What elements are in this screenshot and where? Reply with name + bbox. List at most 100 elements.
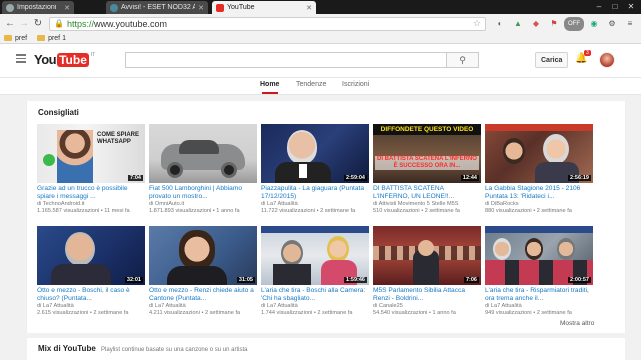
drive-icon[interactable]: ▲ — [510, 17, 526, 31]
video-item[interactable]: 2:56:19 La Gabbia Stagione 2015 - 2106 P… — [485, 124, 593, 215]
bookmark-label: pref — [15, 34, 28, 42]
video-views: 11.722 visualizzazioni — [261, 208, 316, 214]
shield-icon[interactable]: ◆ — [528, 17, 544, 31]
tab-tendenze[interactable]: Tendenze — [296, 81, 326, 88]
video-channel[interactable]: di TechnoAndroid.it — [37, 201, 145, 208]
tab-home[interactable]: Home — [260, 81, 279, 88]
video-views: 4.211 visualizzazioni — [149, 310, 200, 316]
video-item[interactable]: 7:06 M5S Parlamento Sibilia Attacca Renz… — [373, 226, 481, 317]
video-item[interactable]: DIFFONDETE QUESTO VIDEO DI BATTISTA SCAT… — [373, 124, 481, 215]
video-item[interactable]: 31:05 Otto e mezzo - Renzi chiede aiuto … — [149, 226, 257, 317]
search-input[interactable] — [125, 52, 447, 68]
video-title[interactable]: L'aria che tira - Boschi alla Camera: 'C… — [261, 287, 369, 303]
video-item[interactable]: 1:59:46 L'aria che tira - Boschi alla Ca… — [261, 226, 369, 317]
video-item[interactable]: 2:59:04 Piazzapulita - La giaguara (Punt… — [261, 124, 369, 215]
youtube-logo[interactable]: You Tube IT — [34, 52, 95, 67]
video-meta: 1.744 visualizzazioni • 2 settimane fa — [261, 310, 353, 316]
lock-icon: 🔒 — [54, 19, 64, 28]
video-channel[interactable]: di DiBaRocks — [485, 201, 593, 208]
video-channel[interactable]: di La7 Attualità — [261, 303, 369, 310]
video-channel[interactable]: di OmniAuto.it — [149, 201, 257, 208]
video-meta: 1.871.893 visualizzazioni • 1 anno fa — [149, 208, 240, 214]
video-channel[interactable]: di La7 Attualità — [261, 201, 369, 208]
close-icon[interactable]: ✕ — [198, 4, 204, 12]
video-thumbnail[interactable] — [149, 124, 257, 183]
youtube-icon — [216, 3, 224, 12]
tab-impostazioni[interactable]: Impostazioni ✕ — [2, 1, 74, 14]
video-title[interactable]: L'aria che tira - Risparmiatori traditi,… — [485, 287, 593, 303]
mix-title[interactable]: Mix di YouTube — [38, 344, 96, 353]
video-thumbnail[interactable]: 2:59:04 — [261, 124, 369, 183]
show-more-link[interactable]: Mostra altro — [560, 320, 594, 327]
video-channel[interactable]: di La7 Attualità — [149, 303, 257, 310]
bookmark-pref[interactable]: pref — [4, 35, 27, 42]
video-views: 510 visualizzazioni — [373, 208, 420, 214]
hamburger-menu-icon[interactable] — [16, 54, 26, 65]
minimize-icon[interactable]: – — [591, 1, 607, 12]
upload-button[interactable]: Carica — [535, 52, 569, 68]
search-button[interactable]: ⚲ — [447, 52, 479, 68]
mix-section-title: Mix di YouTube Playlist continue basate … — [38, 344, 247, 353]
logo-country: IT — [90, 52, 96, 58]
video-channel[interactable]: di Canale25 — [373, 303, 481, 310]
video-item[interactable]: COME SPIARE WHATSAPP 7:04 Grazie ad un t… — [37, 124, 145, 215]
video-channel[interactable]: di La7 Attualità — [485, 303, 593, 310]
video-age: 2 settimane fa — [317, 310, 353, 316]
video-item[interactable]: 32:01 Otto e mezzo - Boschi, il caso è c… — [37, 226, 145, 317]
tab-youtube[interactable]: YouTube ✕ — [212, 1, 316, 14]
video-title[interactable]: La Gabbia Stagione 2015 - 2106 Puntata 1… — [485, 185, 593, 201]
menu-icon[interactable]: ≡ — [622, 17, 638, 31]
video-title[interactable]: Piazzapulita - La giaguara (Puntata 17/1… — [261, 185, 369, 201]
back-icon[interactable]: ← — [3, 17, 17, 31]
video-views: 2.615 visualizzazioni — [37, 310, 89, 316]
video-title[interactable]: Fiat 500 Lamborghini | Abbiamo provato u… — [149, 185, 257, 201]
avatar[interactable] — [599, 52, 615, 68]
reload-icon[interactable]: ↻ — [31, 17, 45, 31]
video-thumbnail[interactable]: 2:00:57 — [485, 226, 593, 285]
video-thumbnail[interactable]: 32:01 — [37, 226, 145, 285]
thumb-overlay-text: COME SPIARE WHATSAPP — [97, 132, 140, 145]
video-title[interactable]: Otto e mezzo - Renzi chiede aiuto a Cant… — [149, 287, 257, 303]
forward-icon[interactable]: → — [17, 17, 31, 31]
video-thumbnail[interactable]: COME SPIARE WHATSAPP 7:04 — [37, 124, 145, 183]
thumb-overlay-text: DIFFONDETE QUESTO VIDEO — [373, 124, 481, 135]
globe-icon[interactable]: ◉ — [586, 17, 602, 31]
video-item[interactable]: Fiat 500 Lamborghini | Abbiamo provato u… — [149, 124, 257, 215]
video-thumbnail[interactable]: DIFFONDETE QUESTO VIDEO DI BATTISTA SCAT… — [373, 124, 481, 183]
address-bar[interactable]: 🔒 https:// www.youtube.com ☆ — [49, 16, 486, 31]
close-icon[interactable]: ✕ — [64, 4, 70, 12]
settings-icon[interactable]: ⚙ — [604, 17, 620, 31]
bookmark-pref-1[interactable]: pref 1 — [37, 35, 66, 42]
video-thumbnail[interactable]: 31:05 — [149, 226, 257, 285]
tab-label: Impostazioni — [17, 4, 57, 11]
gear-icon — [6, 3, 14, 12]
video-title[interactable]: DI BATTISTA SCATENA L'INFERNO, UN LEONE!… — [373, 185, 481, 201]
tab-iscrizioni[interactable]: Iscrizioni — [342, 81, 369, 88]
logo-tube: Tube — [57, 52, 89, 67]
video-title[interactable]: Otto e mezzo - Boschi, il caso è chiuso?… — [37, 287, 145, 303]
video-meta: 11.722 visualizzazioni • 2 settimane fa — [261, 208, 356, 214]
video-duration: 2:59:04 — [344, 175, 367, 181]
video-thumbnail[interactable]: 1:59:46 — [261, 226, 369, 285]
window-controls: – □ ✕ — [591, 1, 639, 12]
flag-icon[interactable]: ⚑ — [546, 17, 562, 31]
video-channel[interactable]: di La7 Attualità — [37, 303, 145, 310]
close-window-icon[interactable]: ✕ — [623, 1, 639, 12]
video-meta: 949 visualizzazioni • 2 settimane fa — [485, 310, 572, 316]
video-age: 2 settimane fa — [536, 208, 572, 214]
tab-label: Avvisi! - ESET NOD32 Ant — [121, 4, 196, 11]
video-title[interactable]: Grazie ad un trucco è possibile spiare i… — [37, 185, 145, 201]
extension-icon[interactable]: ◐ — [492, 17, 508, 31]
close-icon[interactable]: ✕ — [306, 4, 312, 12]
video-item[interactable]: 2:00:57 L'aria che tira - Risparmiatori … — [485, 226, 593, 317]
off-badge[interactable]: OFF — [564, 16, 584, 31]
tab-eset[interactable]: Avvisi! - ESET NOD32 Ant ✕ — [106, 1, 208, 14]
maximize-icon[interactable]: □ — [607, 1, 623, 12]
video-channel[interactable]: di Attivisti Movimento 5 Stelle M5S — [373, 201, 481, 208]
video-thumbnail[interactable]: 7:06 — [373, 226, 481, 285]
video-title[interactable]: M5S Parlamento Sibilia Attacca Renzi - B… — [373, 287, 481, 303]
video-meta: 510 visualizzazioni • 2 settimane fa — [373, 208, 460, 214]
video-duration: 32:01 — [124, 277, 143, 283]
video-thumbnail[interactable]: 2:56:19 — [485, 124, 593, 183]
star-icon[interactable]: ☆ — [473, 18, 481, 29]
